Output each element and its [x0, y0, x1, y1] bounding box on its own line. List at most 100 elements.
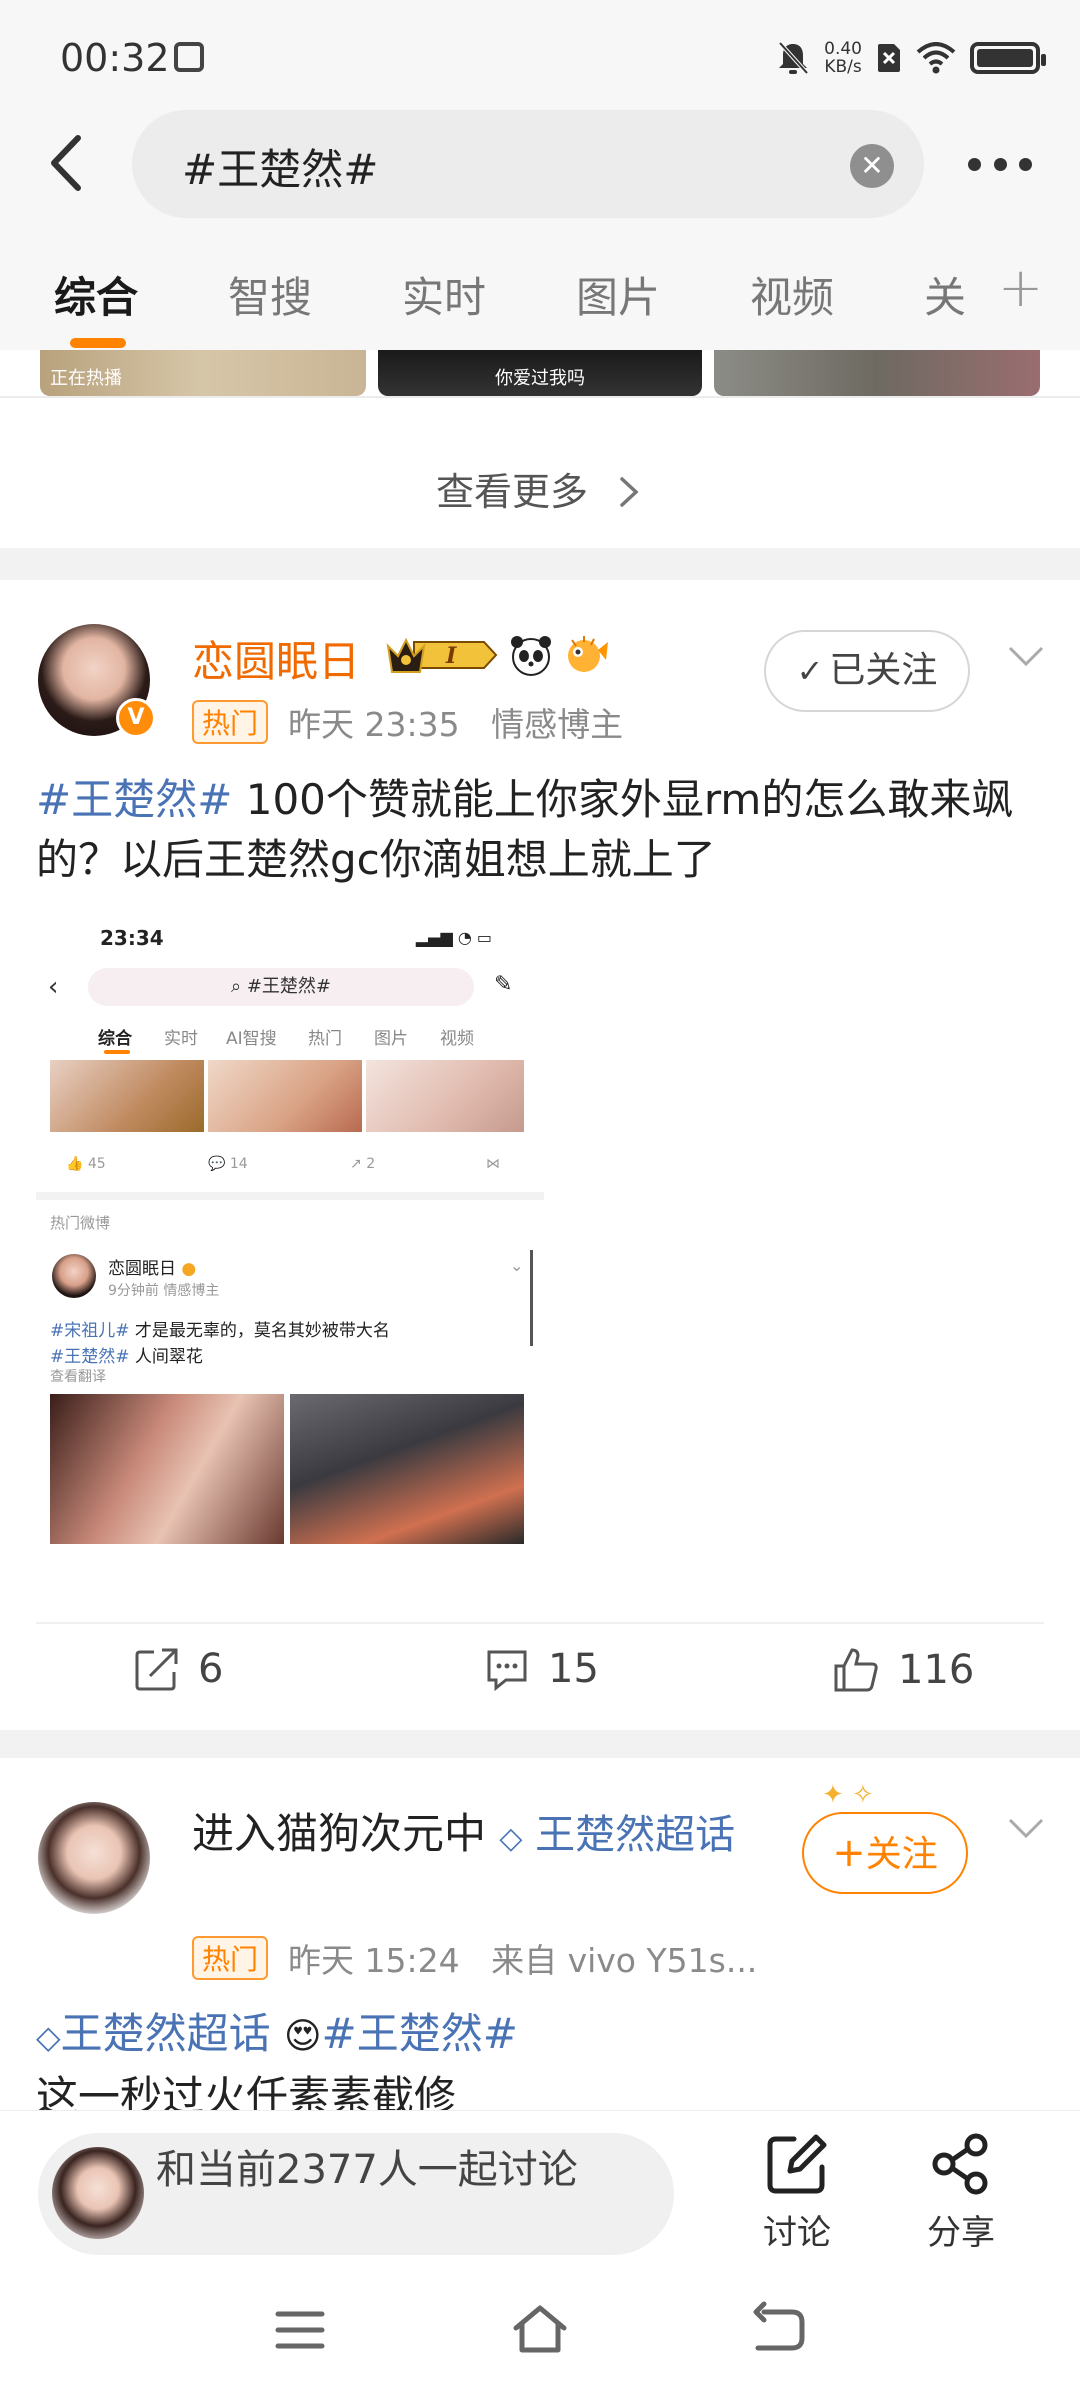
embed-username: 恋圆眠日 ● — [108, 1259, 197, 1279]
post-meta: 热门 昨天 23:35 情感博主 — [192, 698, 623, 746]
post-username[interactable]: 恋圆眠日 — [192, 628, 360, 689]
embed-photo — [50, 1394, 284, 1544]
verified-badge-icon: V — [116, 698, 156, 738]
embed-meta: 9分钟前 情感博主 — [108, 1283, 220, 1299]
discuss-input[interactable]: 和当前2377人一起讨论 — [38, 2133, 674, 2255]
supertopic-link[interactable]: ◇王楚然超话 — [36, 2009, 271, 2058]
tab-images[interactable]: 图片 — [576, 264, 660, 325]
active-tab-indicator — [70, 338, 126, 348]
video-thumb[interactable] — [714, 350, 1040, 396]
embed-translate: 查看翻译 — [50, 1369, 106, 1385]
tab-videos[interactable]: 视频 — [750, 264, 834, 325]
share-button[interactable]: 分享 — [906, 2131, 1016, 2254]
back-arrow-icon[interactable] — [38, 128, 98, 198]
topic-link[interactable]: #王楚然# — [36, 775, 232, 824]
more-options-icon[interactable] — [968, 146, 1032, 182]
clear-icon[interactable]: ✕ — [850, 144, 894, 188]
system-nav-bar — [0, 2260, 1080, 2400]
chevron-down-icon[interactable] — [1006, 1808, 1046, 1848]
discuss-prompt: 和当前2377人一起讨论 — [156, 2147, 578, 2193]
menu-icon[interactable] — [270, 2300, 330, 2360]
tab-realtime[interactable]: 实时 — [402, 264, 486, 325]
status-icons: 0.40 KB/s — [776, 36, 1046, 80]
tab-comprehensive[interactable]: 综合 — [54, 264, 138, 325]
sim-off-icon — [878, 44, 900, 72]
vip-level-icon: I — [386, 637, 498, 673]
mute-bell-icon — [778, 41, 809, 75]
plus-icon: + — [832, 1830, 866, 1876]
wifi-icon — [916, 42, 956, 74]
share-icon — [932, 2133, 988, 2195]
embed-search: ⌕ #王楚然# — [88, 968, 474, 1006]
tab-smart-search[interactable]: 智搜 — [228, 264, 312, 325]
see-more-button[interactable]: 查看更多 — [0, 436, 1080, 548]
chevron-down-icon[interactable] — [1006, 636, 1046, 676]
avatar — [52, 2147, 144, 2239]
embed-status-icons: ▂▄▆ ◔ ▭ — [415, 928, 492, 947]
status-time: 00:32 — [60, 36, 170, 80]
post-source: 来自 vivo Y51s... — [491, 1941, 758, 1980]
svg-text:I: I — [445, 643, 457, 669]
user-tag: 情感博主 — [491, 705, 624, 744]
discuss-button[interactable]: 讨论 — [742, 2131, 852, 2254]
post-card[interactable]: V 恋圆眠日 I 热门 昨天 23:35 情感博主 ✓ 已关注 #王楚然# 100个… — [0, 580, 1080, 1730]
post-time: 昨天 23:35 — [288, 705, 460, 744]
back-nav-icon[interactable] — [750, 2300, 810, 2360]
embed-avatar — [52, 1254, 96, 1298]
post-image[interactable]: 23:34 ▂▄▆ ◔ ▭ ‹ ⌕ #王楚然# ✎ 综合 实时 AI智搜 热门 … — [36, 920, 544, 1580]
video-thumb[interactable]: 你爱过我吗 — [378, 350, 702, 396]
supertopic-link[interactable]: ◇ 王楚然超话 — [499, 1812, 735, 1858]
pufferfish-icon — [568, 636, 608, 672]
repost-icon — [135, 1648, 178, 1691]
like-button[interactable]: 116 — [832, 1646, 974, 1694]
hot-badge: 热门 — [192, 1936, 269, 1980]
check-icon: ✓ — [796, 652, 824, 690]
repost-button[interactable]: 6 — [134, 1646, 223, 1692]
battery-icon — [970, 42, 1046, 74]
embed-thumb — [50, 1060, 204, 1132]
topic-link[interactable]: #王楚然# — [322, 2009, 518, 2058]
net-speed: 0.40 KB/s — [824, 39, 862, 77]
panda-icon — [511, 636, 551, 676]
follow-button[interactable]: +关注 — [802, 1812, 968, 1894]
bottom-action-bar: 和当前2377人一起讨论 讨论 分享 — [0, 2110, 1080, 2260]
search-query: #王楚然# — [182, 145, 379, 194]
section-gap — [0, 548, 1080, 580]
search-header: #王楚然# ✕ — [0, 110, 1080, 220]
embed-line2: #王楚然# 人间翠花 — [50, 1347, 203, 1367]
embed-back-icon: ‹ — [48, 972, 59, 1002]
embed-photo — [290, 1394, 524, 1544]
avatar[interactable] — [38, 1802, 150, 1914]
embed-thumb — [366, 1060, 524, 1132]
screen-cast-icon — [174, 42, 204, 72]
post-username[interactable]: 进入猫狗次元中 ◇ 王楚然超话 — [192, 1802, 752, 1871]
embed-line1: #宋祖儿# 才是最无辜的，莫名其妙被带大名 — [50, 1321, 390, 1341]
hot-badge: 热门 — [192, 700, 269, 744]
embed-scrollbar — [530, 1250, 533, 1346]
tab-bar: 综合 智搜 实时 图片 视频 关 + — [0, 220, 1080, 350]
following-button[interactable]: ✓ 已关注 — [764, 630, 970, 712]
post-time: 昨天 15:24 — [288, 1941, 460, 1980]
post-actions: 6 15 116 — [0, 1626, 1080, 1726]
sparkle-icon: ✦ ✧ — [822, 1780, 874, 1810]
tab-follow[interactable]: 关 — [924, 264, 966, 325]
search-input[interactable]: #王楚然# ✕ — [132, 110, 924, 218]
divider — [36, 1622, 1044, 1624]
comment-button[interactable]: 15 — [484, 1646, 599, 1692]
home-icon[interactable] — [510, 2300, 570, 2360]
post-text: ◇王楚然超话 😍#王楚然# 这一秒过火任素素截修 — [36, 2009, 518, 2110]
like-icon — [834, 1648, 878, 1692]
embed-time: 23:34 — [100, 926, 164, 950]
add-tab-icon[interactable]: + — [998, 256, 1043, 319]
edit-square-icon — [767, 2134, 827, 2194]
post-card[interactable]: 进入猫狗次元中 ◇ 王楚然超话 热门 昨天 15:24 来自 vivo Y51s.… — [0, 1758, 1080, 2110]
section-gap — [0, 1730, 1080, 1758]
status-bar: 00:32 0.40 KB/s — [0, 0, 1080, 110]
embed-thumb — [208, 1060, 362, 1132]
post-text: #王楚然# 100个赞就能上你家外显rm的怎么敢来飒的？以后王楚然gc你滴姐想上… — [36, 775, 1014, 884]
video-thumb[interactable]: 正在热播 — [40, 350, 366, 396]
heart-eyes-emoji-icon: 😍 — [283, 2016, 322, 2057]
comment-icon — [487, 1650, 527, 1692]
divider — [0, 396, 1080, 436]
video-thumb-strip: 正在热播 你爱过我吗 — [0, 350, 1080, 396]
